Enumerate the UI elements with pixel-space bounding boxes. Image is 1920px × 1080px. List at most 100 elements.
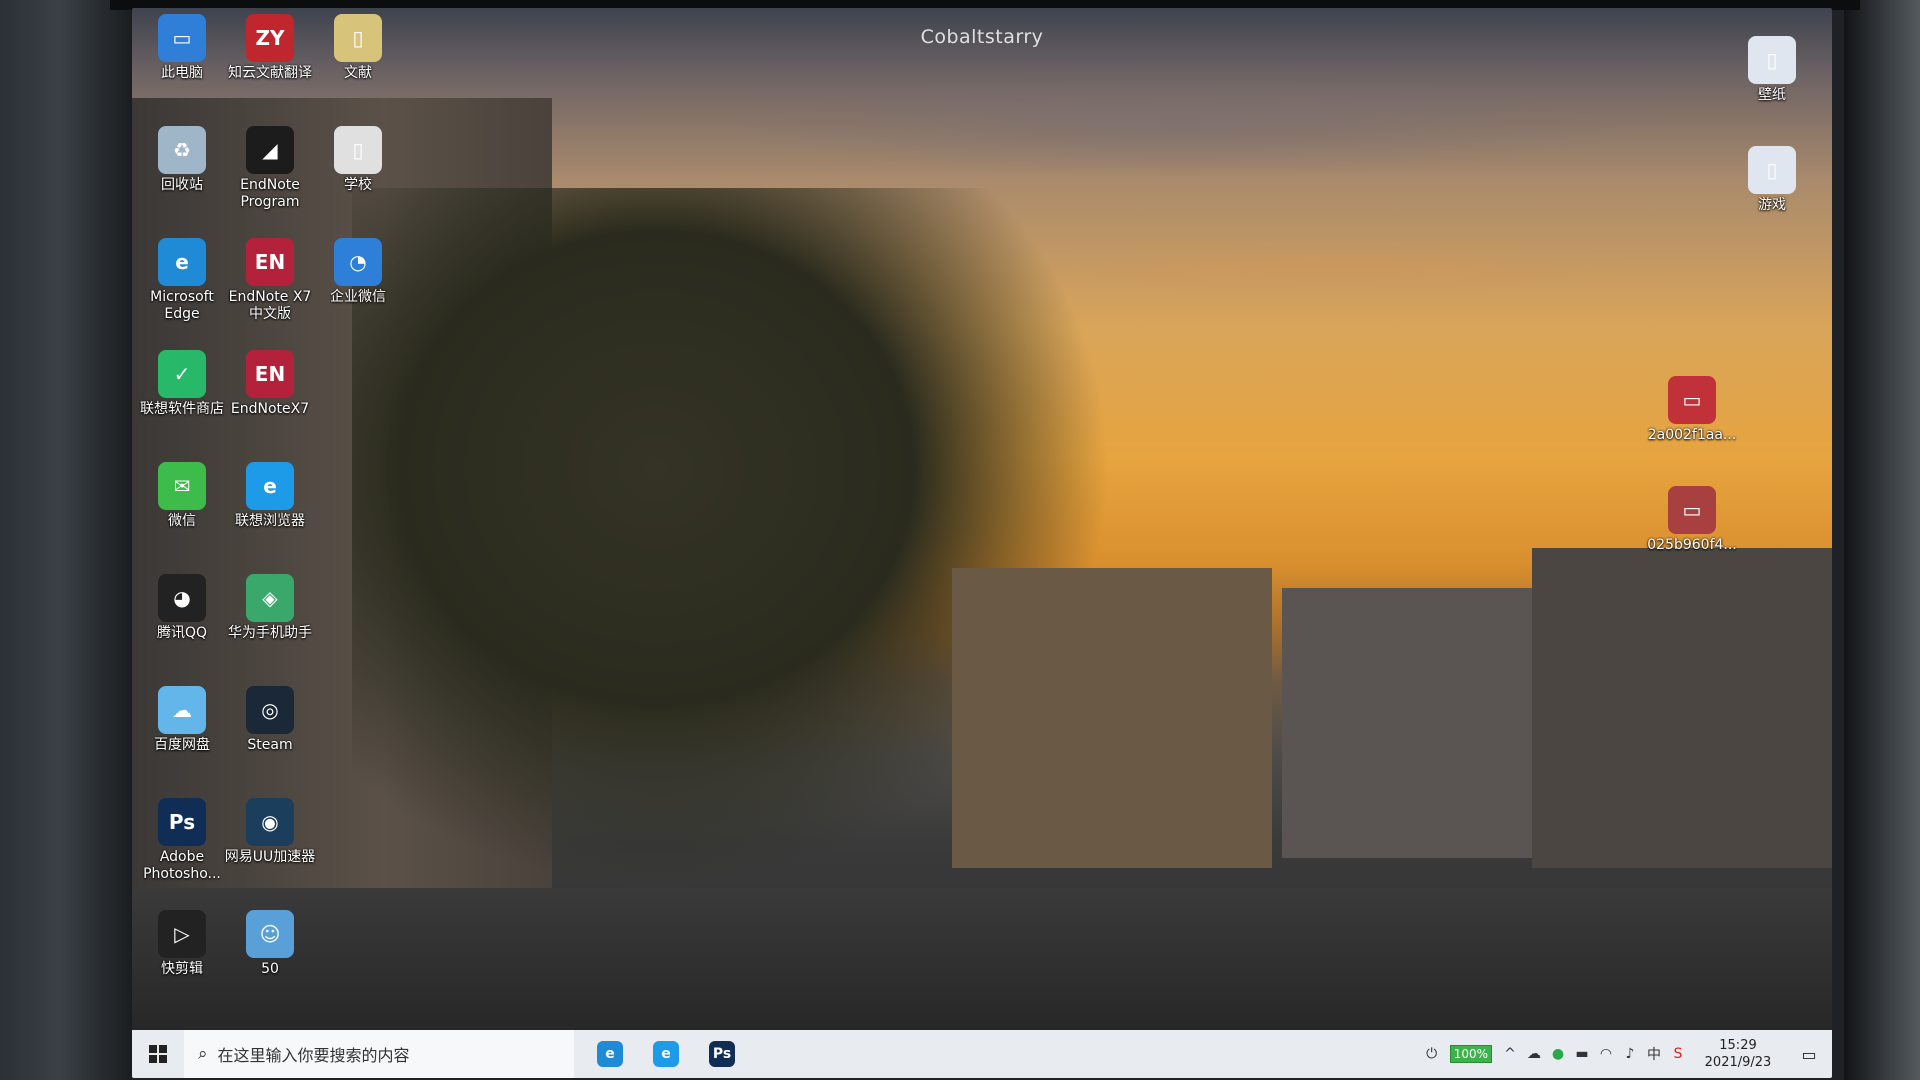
desktop-icon[interactable]: ▷ 快剪辑 [134,910,230,978]
wifi-icon[interactable]: ◠ [1594,1046,1618,1062]
wechat-tray-icon[interactable]: ● [1546,1046,1570,1062]
display-icon[interactable]: ▬ [1570,1046,1594,1062]
desktop-icon-label: 回收站 [161,177,203,193]
taskbar-search-box[interactable]: ⌕ 在这里输入你要搜索的内容 [184,1030,574,1078]
desktop-icon-label: 学校 [344,177,372,193]
taskbar: ⌕ 在这里输入你要搜索的内容 e e Ps ⏻ 100% ^ ☁ ● ▬ ◠ ♪ 中… [132,1030,1832,1078]
games-folder-icon: ▯ [1748,146,1796,194]
desktop-icon[interactable]: ▯ 壁纸 [1724,36,1820,104]
desktop-icon[interactable]: ▭ 此电脑 [134,14,230,82]
desktop-icon-label: Steam [247,737,293,753]
desktop-icon[interactable]: ▯ 学校 [310,126,406,194]
desktop-icon-label: EndNote X7 中文版 [228,289,312,322]
system-tray: ⏻ 100% ^ ☁ ● ▬ ◠ ♪ 中 S 15:29 2021/9/23 ▭ [1420,1030,1832,1078]
desktop-icon[interactable]: ✉ 微信 [134,462,230,530]
uu-accelerator-icon: ◉ [246,798,294,846]
desktop-icon-label: Microsoft Edge [150,289,214,322]
wallpaper-building [1532,548,1832,868]
desktop-icon-label: 快剪辑 [161,961,203,977]
desktop-icon[interactable]: ◎ Steam [222,686,318,754]
desktop-icon[interactable]: ◉ 网易UU加速器 [222,798,318,866]
cloud-icon[interactable]: ☁ [1522,1046,1546,1062]
clock-time: 15:29 [1719,1038,1757,1053]
taskbar-app-glyph: e [653,1041,679,1067]
photoshop-icon: Ps [158,798,206,846]
endnote-program-icon: ◢ [246,126,294,174]
monitor-bezel-left [0,0,132,1080]
wallpaper-road [132,888,1832,1038]
windows-logo-icon [149,1045,167,1063]
desktop-icon-label: 知云文献翻译 [228,65,312,81]
desktop-icon[interactable]: ▭ 025b960f4... [1644,486,1740,554]
folder-icon: ▯ [334,126,382,174]
desktop-icon[interactable]: Ps Adobe Photosho... [134,798,230,883]
desktop-icon-label: 025b960f4... [1647,537,1737,553]
taskbar-clock[interactable]: 15:29 2021/9/23 [1690,1037,1786,1071]
desktop-icon[interactable]: ZY 知云文献翻译 [222,14,318,82]
steam-icon: ◎ [246,686,294,734]
input-method-icon[interactable]: 中 [1642,1044,1666,1064]
desktop-icon[interactable]: ♻ 回收站 [134,126,230,194]
baidu-netdisk-icon: ☁ [158,686,206,734]
this-pc-icon: ▭ [158,14,206,62]
taskbar-app-glyph: e [597,1041,623,1067]
desktop-icon[interactable]: EN EndNote X7 中文版 [222,238,318,323]
file-50-icon: ☺ [246,910,294,958]
desktop-icon[interactable]: ◈ 华为手机助手 [222,574,318,642]
wallpaper-trees [352,188,1112,888]
desktop-icon-label: 此电脑 [161,65,203,81]
desktop-icon[interactable]: ☺ 50 [222,910,318,978]
desktop-icon[interactable]: e Microsoft Edge [134,238,230,323]
desktop-icon-label: 2a002f1aa... [1647,427,1737,443]
edge-taskbar-icon[interactable]: e [582,1030,638,1078]
endnote-x7-icon: EN [246,350,294,398]
desktop-icon[interactable]: ✓ 联想软件商店 [134,350,230,418]
chevron-up-icon[interactable]: ^ [1498,1046,1522,1062]
search-icon: ⌕ [198,1044,208,1064]
lenovo-browser-icon: e [246,462,294,510]
desktop-icon[interactable]: ◔ 企业微信 [310,238,406,306]
desktop-screen: Cobaltstarry ▭ 此电脑 ZY 知云文献翻译 ▯ 文献 ♻ 回收站 ◢ EndNote… [132,8,1832,1078]
desktop-icon-label: Adobe Photosho... [143,849,221,882]
taskbar-app-glyph: Ps [709,1041,735,1067]
wallpaper-building [952,568,1272,868]
antivirus-icon[interactable]: S [1666,1046,1690,1062]
battery-indicator[interactable]: 100% [1449,1045,1492,1063]
wallpaper-building [1282,588,1532,858]
desktop-icon-label: 文献 [344,65,372,81]
clock-date: 2021/9/23 [1704,1055,1772,1070]
desktop-icon-label: 游戏 [1758,197,1786,213]
desktop-icon[interactable]: ▯ 文献 [310,14,406,82]
photoshop-taskbar-icon[interactable]: Ps [694,1030,750,1078]
desktop-icon[interactable]: ◕ 腾讯QQ [134,574,230,642]
zhiyun-translate-icon: ZY [246,14,294,62]
volume-icon[interactable]: ♪ [1618,1046,1642,1062]
desktop-icon[interactable]: e 联想浏览器 [222,462,318,530]
huawei-assistant-icon: ◈ [246,574,294,622]
desktop-icon-label: 华为手机助手 [228,625,312,641]
desktop-icon-label: 企业微信 [330,289,386,305]
wecom-icon: ◔ [334,238,382,286]
desktop-icon[interactable]: EN EndNoteX7 [222,350,318,418]
desktop-icon[interactable]: ▭ 2a002f1aa... [1644,376,1740,444]
edge-icon: e [158,238,206,286]
wallpaper-cloud [1032,238,1632,298]
image-file-icon: ▭ [1668,486,1716,534]
lenovo-browser-taskbar-icon[interactable]: e [638,1030,694,1078]
wechat-icon: ✉ [158,462,206,510]
desktop-icon[interactable]: ▯ 游戏 [1724,146,1820,214]
desktop-icon-label: 联想浏览器 [235,513,305,529]
start-button[interactable] [132,1030,184,1078]
plug-icon[interactable]: ⏻ [1420,1046,1444,1062]
image-file-icon: ▭ [1668,376,1716,424]
desktop-icon-label: EndNote Program [240,177,300,210]
desktop-icon-label: 百度网盘 [154,737,210,753]
desktop-icon[interactable]: ☁ 百度网盘 [134,686,230,754]
desktop-icon[interactable]: ◢ EndNote Program [222,126,318,211]
desktop-icon-label: 网易UU加速器 [224,849,316,865]
notification-icon[interactable]: ▭ [1786,1045,1832,1064]
desktop-icon-label: 壁纸 [1758,87,1786,103]
endnote-x7-cn-icon: EN [246,238,294,286]
wallpaper-cloud [732,68,1632,178]
taskbar-pinned-apps: e e Ps [582,1030,750,1078]
